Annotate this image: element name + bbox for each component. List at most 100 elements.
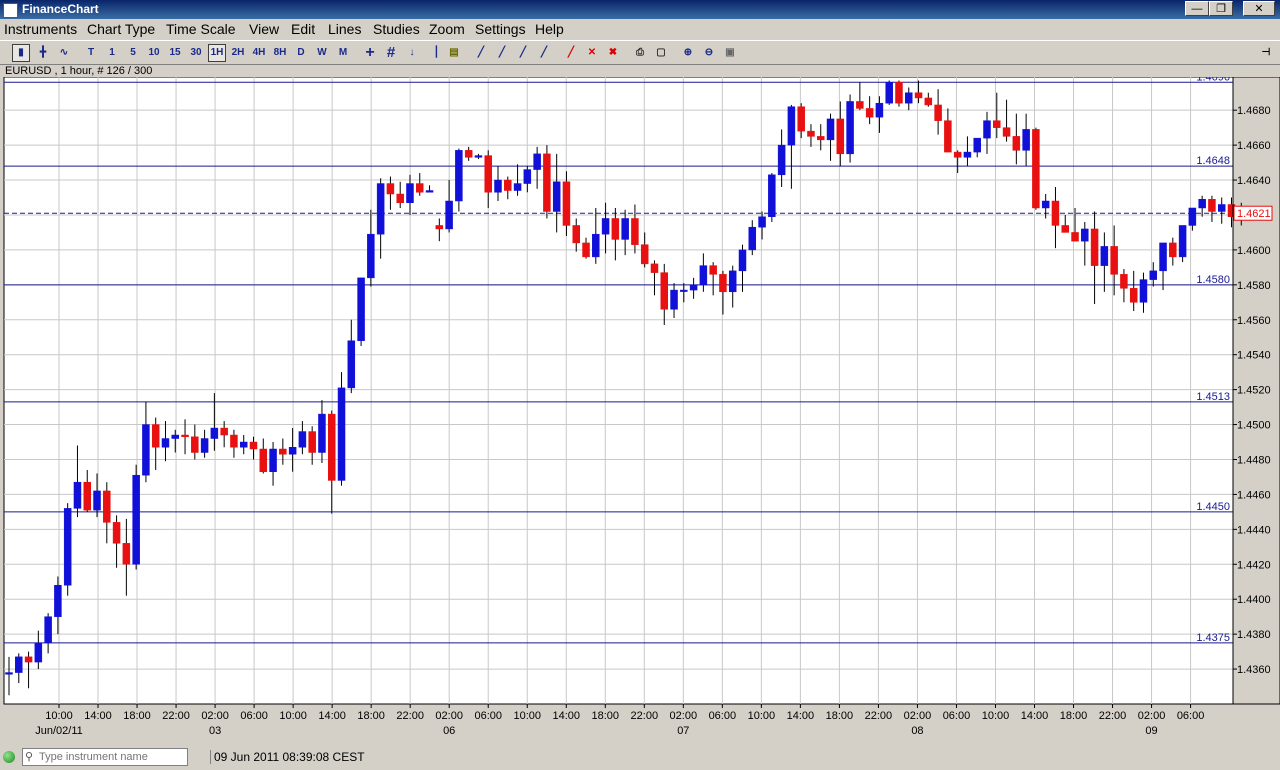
menu-edit[interactable]: Edit: [291, 21, 315, 37]
timeframe-1h[interactable]: 1H: [208, 44, 226, 62]
y-tick-label: 1.4440: [1237, 524, 1271, 536]
y-tick-label: 1.4580: [1237, 280, 1271, 292]
chart-area[interactable]: 1.4696 1.4648 1.4580 1.4513 1.4450 1.4375 1.4…: [0, 71, 1280, 748]
print-preview-button[interactable]: ▢: [652, 44, 670, 62]
timeframe-10[interactable]: 10: [145, 44, 163, 62]
grid-icon: #: [386, 44, 396, 61]
candle-body: [288, 447, 297, 455]
fibonacci-button[interactable]: ╱: [514, 44, 532, 62]
timeframe-15[interactable]: 15: [166, 44, 184, 62]
date-label: Jun/02/11: [35, 725, 83, 737]
x-tick-label: 14:00: [84, 710, 112, 722]
delete-all-icon: ✖: [608, 47, 618, 58]
volume-button[interactable]: ▕: [424, 44, 442, 62]
zoom-fit-button[interactable]: ▣: [721, 44, 739, 62]
candle-body: [1169, 242, 1177, 258]
menu-time-scale[interactable]: Time Scale: [166, 21, 236, 37]
menu-view[interactable]: View: [249, 21, 279, 37]
panel-toggle-button[interactable]: ⊣: [1257, 44, 1275, 62]
delete-line-button[interactable]: ╱: [562, 44, 580, 62]
restore-button[interactable]: ❐: [1209, 1, 1233, 16]
y-tick-label: 1.4640: [1237, 175, 1271, 187]
candle-body: [513, 183, 522, 191]
app-icon: [3, 3, 18, 18]
timeframe-d[interactable]: D: [292, 44, 310, 62]
chart-info: EURUSD , 1 hour, # 126 / 300: [5, 65, 153, 77]
x-tick-label: 02:00: [904, 710, 932, 722]
delete-all-button[interactable]: ✖: [604, 44, 622, 62]
candle-body: [34, 642, 43, 663]
candle-body: [504, 179, 512, 191]
candle-bullish: [337, 372, 346, 486]
candlestick-chart-button[interactable]: ▮: [12, 44, 30, 62]
print-button[interactable]: ⎙: [631, 44, 649, 62]
zoom-in-button[interactable]: ⊕: [679, 44, 697, 62]
candle-body: [650, 263, 659, 273]
candle-body: [376, 183, 385, 235]
zoom-fit-icon: ▣: [725, 47, 735, 58]
timeframe-w[interactable]: W: [313, 44, 331, 62]
x-tick-label: 18:00: [592, 710, 620, 722]
date-label: 03: [209, 725, 221, 737]
trendline-button[interactable]: ╱: [472, 44, 490, 62]
menu-chart-type[interactable]: Chart Type: [87, 21, 155, 37]
restore-icon: ❐: [1216, 3, 1226, 15]
y-tick-label: 1.4420: [1237, 559, 1271, 571]
y-tick-label: 1.4400: [1237, 594, 1271, 606]
instrument-search-input[interactable]: [39, 750, 183, 764]
candle-body: [963, 151, 972, 158]
candle-body: [709, 265, 717, 275]
timeframe-1[interactable]: 1: [103, 44, 121, 62]
candle-body: [347, 340, 356, 389]
x-tick-label: 14:00: [318, 710, 346, 722]
menu-zoom[interactable]: Zoom: [429, 21, 465, 37]
current-price-label: 1.4621: [1237, 208, 1271, 220]
close-button[interactable]: ✕: [1243, 1, 1275, 16]
minimize-button[interactable]: —: [1185, 1, 1209, 16]
menu-help[interactable]: Help: [535, 21, 564, 37]
candle-body: [523, 169, 532, 184]
candle-bearish: [895, 80, 903, 107]
candle-body: [220, 427, 228, 436]
x-tick-label: 02:00: [201, 710, 229, 722]
indicators-button[interactable]: ▤: [445, 44, 463, 62]
menu-settings[interactable]: Settings: [475, 21, 526, 37]
candle-body: [728, 270, 737, 293]
zoom-out-button[interactable]: ⊖: [700, 44, 718, 62]
candle-body: [425, 190, 434, 193]
menu-instruments[interactable]: Instruments: [4, 21, 77, 37]
candle-body: [484, 155, 492, 193]
candle-body: [357, 277, 365, 341]
y-tick-label: 1.4560: [1237, 315, 1271, 327]
crosshair-button[interactable]: +: [361, 44, 379, 62]
timeframe-4h[interactable]: 4H: [250, 44, 268, 62]
candle-body: [1071, 232, 1079, 242]
timeframe-m[interactable]: M: [334, 44, 352, 62]
candle-body: [416, 183, 424, 193]
candle-body: [367, 233, 375, 279]
candle-body: [738, 249, 747, 272]
price-axis: 1.4360 1.4380 1.4400 1.4420 1.4440 1.4460 1.44…: [1232, 76, 1280, 705]
delete-button[interactable]: ✕: [583, 44, 601, 62]
menu-bar: Instruments Chart Type Time Scale View E…: [0, 19, 1280, 40]
arc-button[interactable]: ╱: [535, 44, 553, 62]
candle-body: [865, 108, 874, 118]
line-chart-button[interactable]: ∿: [55, 44, 73, 62]
candle-body: [298, 431, 307, 448]
menu-lines[interactable]: Lines: [328, 21, 361, 37]
grid-button[interactable]: #: [382, 44, 400, 62]
candle-body: [73, 481, 82, 509]
instrument-search[interactable]: ⚲: [22, 748, 188, 766]
channel-button[interactable]: ╱: [493, 44, 511, 62]
timeframe-2h[interactable]: 2H: [229, 44, 247, 62]
candle-body: [836, 118, 845, 155]
timeframe-t[interactable]: T: [82, 44, 100, 62]
menu-studies[interactable]: Studies: [373, 21, 420, 37]
bar-chart-button[interactable]: ╋: [34, 44, 52, 62]
candle-body: [562, 181, 571, 226]
timeframe-30[interactable]: 30: [187, 44, 205, 62]
timeframe-5[interactable]: 5: [124, 44, 142, 62]
candlestick-chart[interactable]: 1.4696 1.4648 1.4580 1.4513 1.4450 1.4375 1.4…: [0, 71, 1280, 745]
timeframe-8h[interactable]: 8H: [271, 44, 289, 62]
data-window-button[interactable]: ↓: [403, 44, 421, 62]
